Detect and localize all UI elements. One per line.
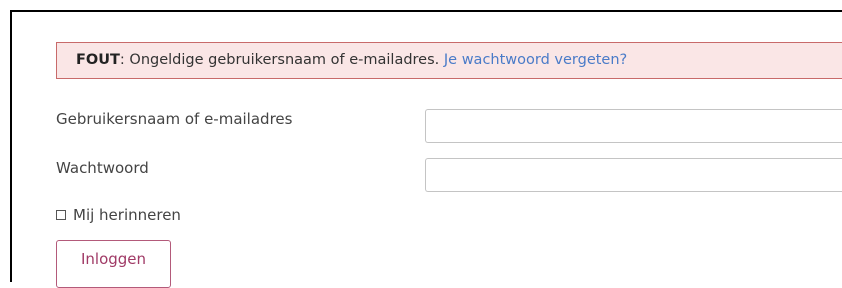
- remember-me[interactable]: Mij herinneren: [56, 206, 181, 224]
- password-label: Wachtwoord: [56, 159, 149, 177]
- error-message: : Ongeldige gebruikersnaam of e-mailadre…: [119, 52, 444, 68]
- username-label: Gebruikersnaam of e-mailadres: [56, 110, 293, 128]
- forgot-password-link[interactable]: Je wachtwoord vergeten?: [444, 52, 627, 68]
- error-prefix: FOUT: [76, 52, 120, 68]
- remember-label: Mij herinneren: [73, 206, 181, 224]
- login-button[interactable]: Inloggen: [56, 240, 171, 288]
- error-notice: FOUT: Ongeldige gebruikersnaam of e-mail…: [56, 42, 842, 79]
- username-input[interactable]: [425, 109, 842, 143]
- password-input[interactable]: [425, 158, 842, 192]
- remember-checkbox[interactable]: [56, 210, 66, 220]
